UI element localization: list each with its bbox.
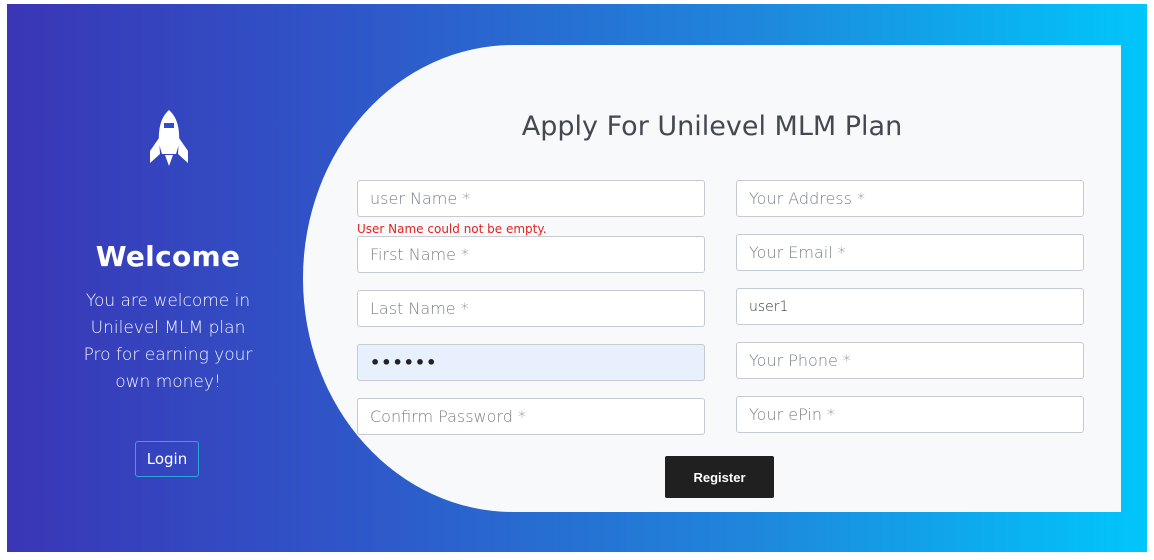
welcome-panel: Welcome You are welcome in Unilevel MLM …: [7, 4, 329, 552]
last-name-field[interactable]: Last Name *: [357, 290, 705, 327]
email-field[interactable]: Your Email *: [736, 234, 1084, 271]
welcome-text: You are welcome in Unilevel MLM plan Pro…: [83, 291, 253, 392]
password-field[interactable]: ••••••: [357, 344, 705, 381]
login-button[interactable]: Login: [135, 441, 199, 477]
rocket-icon: [150, 110, 188, 166]
sponsor-field[interactable]: user1: [736, 288, 1084, 325]
last-name-placeholder: Last Name *: [370, 299, 469, 318]
address-placeholder: Your Address *: [749, 189, 866, 208]
username-field[interactable]: user Name *: [357, 180, 705, 217]
first-name-field[interactable]: First Name *: [357, 236, 705, 273]
username-placeholder: user Name *: [370, 189, 471, 208]
password-value: ••••••: [370, 353, 438, 372]
confirm-password-field[interactable]: Confirm Password *: [357, 398, 705, 435]
register-button[interactable]: Register: [665, 456, 774, 498]
confirm-password-placeholder: Confirm Password *: [370, 407, 526, 426]
phone-placeholder: Your Phone *: [749, 351, 851, 370]
registration-card: Apply For Unilevel MLM Plan user Name * …: [303, 45, 1121, 512]
sponsor-value: user1: [749, 298, 789, 315]
epin-field[interactable]: Your ePin *: [736, 396, 1084, 433]
epin-placeholder: Your ePin *: [749, 405, 836, 424]
welcome-title: Welcome: [95, 240, 241, 273]
page-background: Welcome You are welcome in Unilevel MLM …: [7, 4, 1147, 552]
email-placeholder: Your Email *: [749, 243, 846, 262]
form-heading: Apply For Unilevel MLM Plan: [521, 111, 903, 142]
phone-field[interactable]: Your Phone *: [736, 342, 1084, 379]
first-name-placeholder: First Name *: [370, 245, 470, 264]
username-error: User Name could not be empty.: [357, 222, 547, 236]
address-field[interactable]: Your Address *: [736, 180, 1084, 217]
